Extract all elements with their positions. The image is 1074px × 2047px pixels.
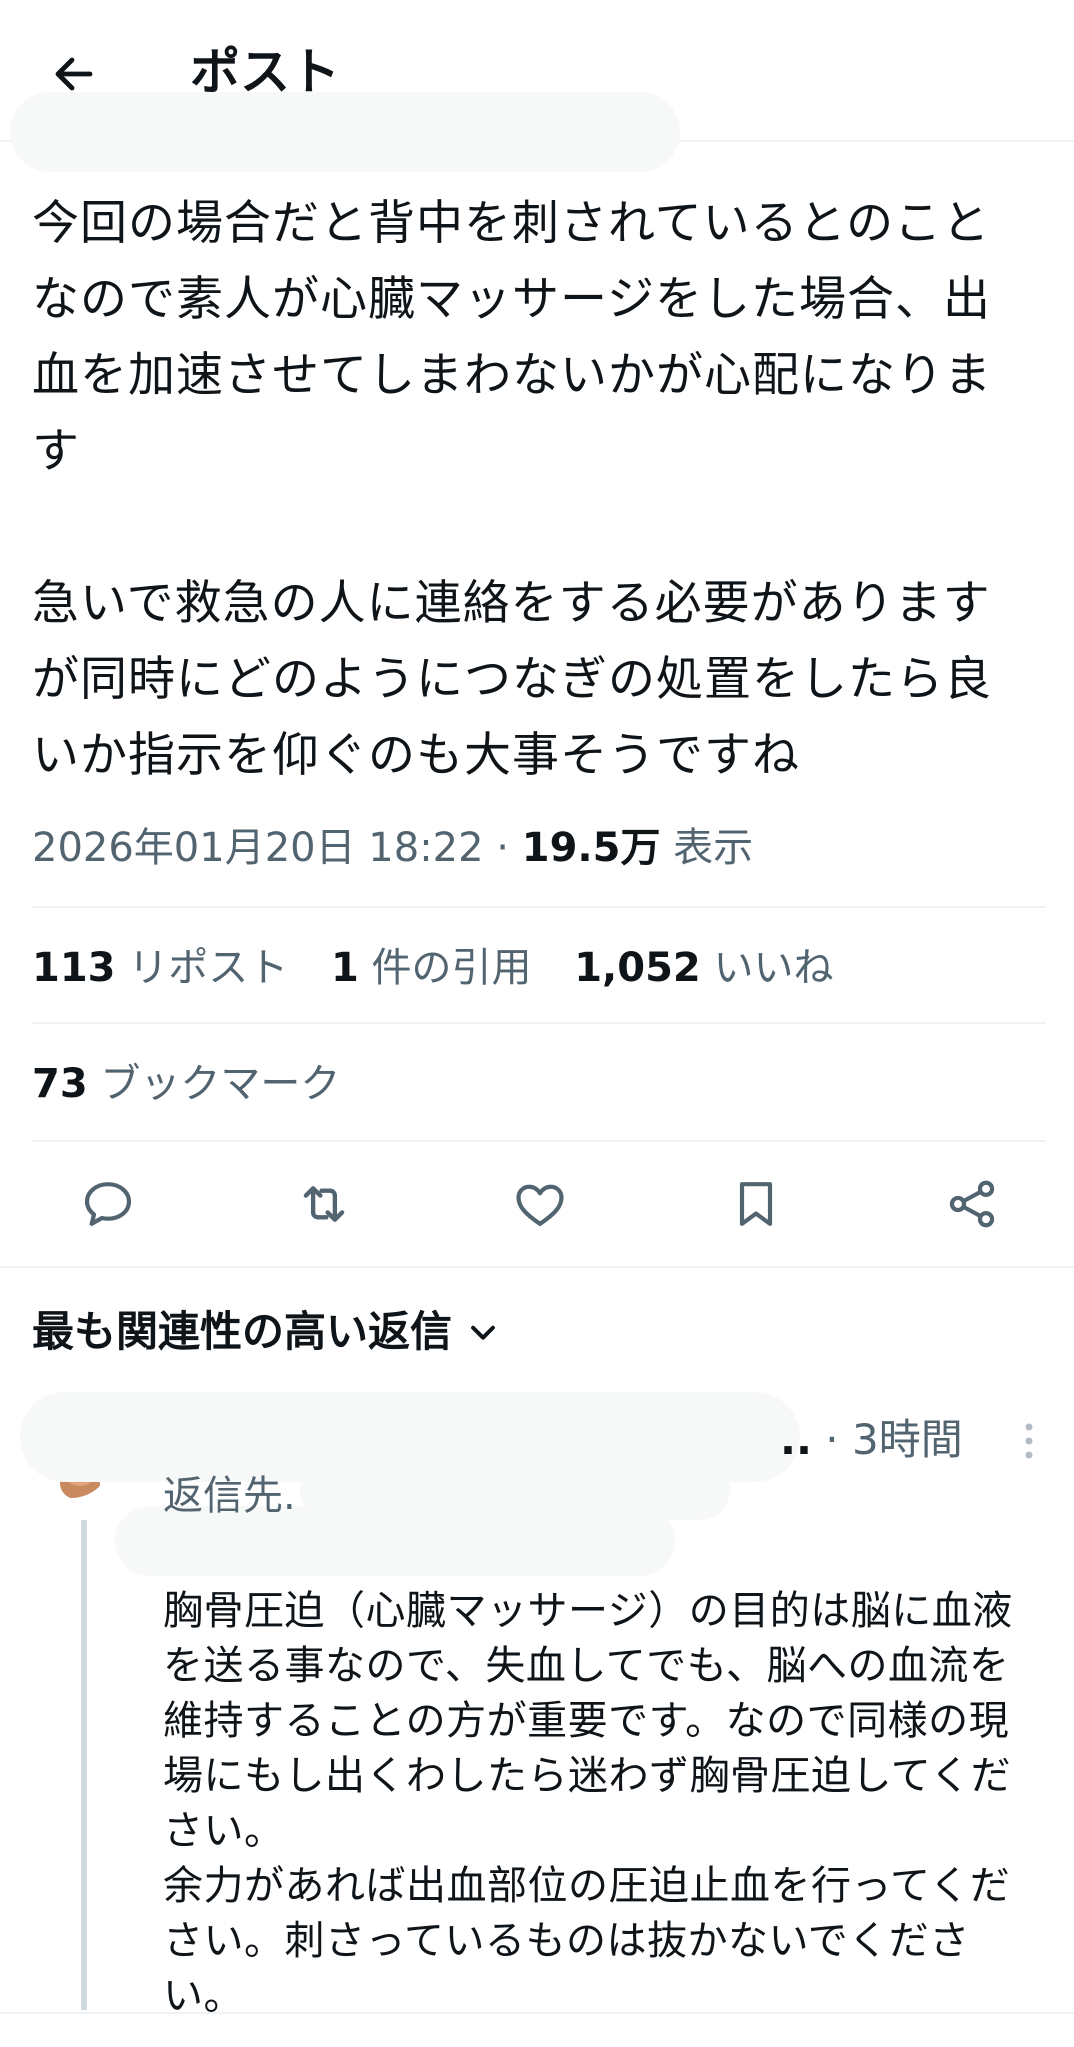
quote-count: 1 (330, 945, 359, 991)
reply-icon (84, 1182, 132, 1226)
bookmark-label: ブックマーク (100, 1061, 341, 1107)
view-label: 表示 (673, 825, 754, 871)
reply-button[interactable] (76, 1172, 140, 1236)
engagement-stats: 113 リポスト 1 件の引用 1,052 いいね (32, 938, 863, 998)
bookmark-icon (739, 1182, 773, 1226)
like-count: 1,052 (574, 945, 701, 991)
share-icon (949, 1180, 995, 1228)
reply-text: 胸骨圧迫（心臓マッサージ）の目的は脳に血液 を送る事なので、失血してでも、脳への… (163, 1588, 1013, 2019)
quote-stat[interactable]: 1 件の引用 (331, 938, 532, 998)
section-divider (0, 1266, 1074, 1268)
bookmark-count: 73 (32, 1061, 88, 1107)
bottom-bar (0, 2014, 1074, 2047)
divider (32, 906, 1046, 908)
chevron-down-icon (471, 1325, 495, 1340)
tweet-text: 今回の場合だと背中を刺されているとのこと なので素人が心臓マッサージをした場合、… (32, 196, 992, 783)
like-stat[interactable]: 1,052 いいね (574, 938, 833, 998)
quote-label: 件の引用 (371, 945, 532, 991)
repost-button[interactable] (292, 1172, 356, 1236)
bookmark-stats: 73 ブックマーク (32, 1054, 370, 1114)
like-label: いいね (713, 945, 834, 991)
like-button[interactable] (508, 1172, 572, 1236)
thread-line (81, 1520, 87, 2010)
repost-count: 113 (32, 945, 116, 991)
reply-meta-separator: · (811, 1415, 852, 1464)
bookmark-button[interactable] (724, 1172, 788, 1236)
repost-stat[interactable]: 113 リポスト (32, 938, 288, 998)
reply-sort-selector[interactable]: 最も関連性の高い返信 (32, 1302, 500, 1362)
back-arrow-icon (55, 57, 93, 91)
tweet-meta: 2026年01月20日 18:22 · 19.5万 表示 (32, 818, 753, 878)
meta-separator: · (483, 825, 522, 871)
repost-icon (303, 1186, 345, 1222)
reply-time[interactable]: 3時間 (852, 1415, 963, 1464)
bookmark-stat[interactable]: 73 ブックマーク (32, 1054, 340, 1114)
divider (32, 1140, 1046, 1142)
reply-to-label: 返信先. (163, 1473, 296, 1519)
reply-sort-label: 最も関連性の高い返信 (32, 1307, 453, 1356)
share-button[interactable] (940, 1172, 1004, 1236)
divider (32, 1022, 1046, 1024)
redacted-author-area (10, 92, 680, 172)
reply-header-meta: .. · 3時間 (780, 1410, 963, 1470)
more-vertical-icon (1025, 1423, 1033, 1459)
reply-name-tail: .. (780, 1415, 812, 1464)
repost-label: リポスト (128, 945, 289, 991)
more-options-button[interactable] (1014, 1416, 1044, 1466)
tweet-timestamp[interactable]: 2026年01月20日 18:22 (32, 825, 484, 871)
like-icon (516, 1184, 564, 1226)
view-count: 19.5万 (521, 825, 661, 871)
